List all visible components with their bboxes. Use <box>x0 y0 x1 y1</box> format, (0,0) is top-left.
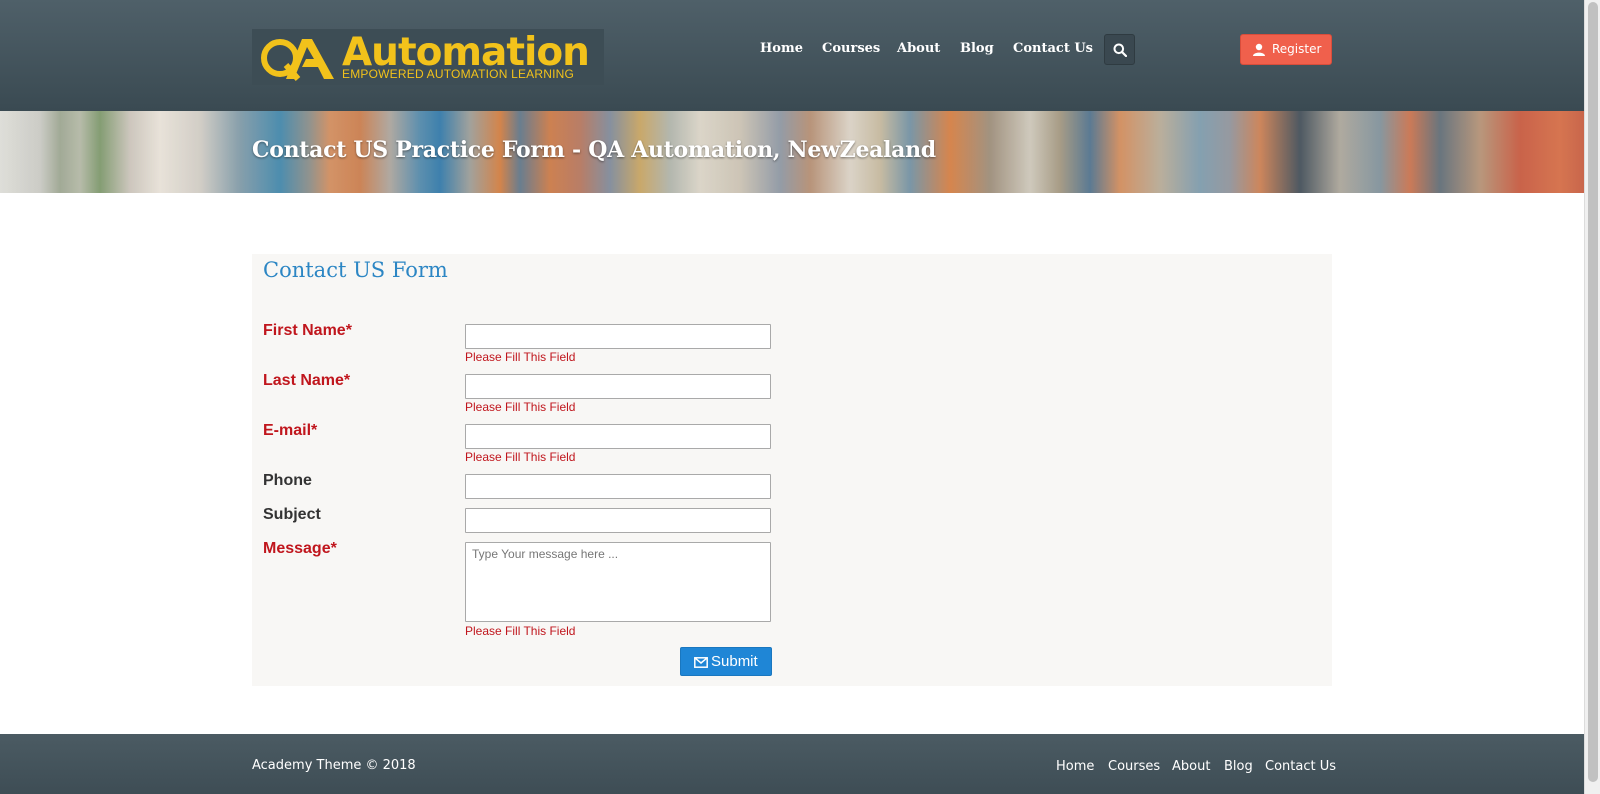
phone-label: Phone <box>263 472 312 489</box>
message-textarea[interactable] <box>465 542 771 622</box>
site-header: Automation EMPOWERED AUTOMATION LEARNING… <box>0 0 1584 111</box>
site-logo[interactable]: Automation EMPOWERED AUTOMATION LEARNING <box>252 29 604 85</box>
qa-logo-mark-icon <box>261 39 334 81</box>
user-icon <box>1253 43 1265 56</box>
register-button[interactable]: Register <box>1240 34 1332 65</box>
nav-courses[interactable]: Courses <box>822 41 880 56</box>
footer-link-blog[interactable]: Blog <box>1224 759 1253 774</box>
last-name-field[interactable] <box>465 374 771 399</box>
submit-label: Submit <box>711 653 758 670</box>
email-error: Please Fill This Field <box>465 450 576 464</box>
page-title: Contact US Practice Form - QA Automation… <box>252 137 936 163</box>
footer-link-courses[interactable]: Courses <box>1108 759 1160 774</box>
footer-copyright: Academy Theme © 2018 <box>252 758 416 773</box>
footer-link-home[interactable]: Home <box>1056 759 1094 774</box>
first-name-label: First Name* <box>263 322 352 339</box>
nav-contact-us[interactable]: Contact Us <box>1013 41 1093 56</box>
form-title: Contact US Form <box>263 258 448 282</box>
first-name-field[interactable] <box>465 324 771 349</box>
site-footer: Academy Theme © 2018 Home Courses About … <box>0 734 1584 794</box>
page: Automation EMPOWERED AUTOMATION LEARNING… <box>0 0 1584 794</box>
scrollbar-thumb[interactable] <box>1588 2 1598 782</box>
message-label: Message* <box>263 540 337 557</box>
nav-home[interactable]: Home <box>760 41 803 56</box>
footer-link-contact-us[interactable]: Contact Us <box>1265 759 1336 774</box>
search-button[interactable] <box>1104 34 1135 65</box>
page-banner: Contact US Practice Form - QA Automation… <box>0 111 1584 193</box>
search-icon <box>1113 43 1127 57</box>
message-error: Please Fill This Field <box>465 624 576 638</box>
nav-blog[interactable]: Blog <box>960 41 994 56</box>
last-name-label: Last Name* <box>263 372 351 389</box>
subject-field[interactable] <box>465 508 771 533</box>
last-name-error: Please Fill This Field <box>465 400 576 414</box>
logo-tagline: EMPOWERED AUTOMATION LEARNING <box>342 67 575 81</box>
email-field[interactable] <box>465 424 771 449</box>
submit-button[interactable]: Submit <box>680 647 772 676</box>
contact-form-panel: Contact US Form First Name* Please Fill … <box>252 254 1332 686</box>
email-label: E-mail* <box>263 422 318 439</box>
vertical-scrollbar[interactable] <box>1584 0 1600 794</box>
nav-about[interactable]: About <box>897 41 940 56</box>
register-label: Register <box>1272 42 1322 56</box>
subject-label: Subject <box>263 506 321 523</box>
envelope-icon <box>694 657 708 668</box>
first-name-error: Please Fill This Field <box>465 350 576 364</box>
footer-link-about[interactable]: About <box>1172 759 1210 774</box>
phone-field[interactable] <box>465 474 771 499</box>
